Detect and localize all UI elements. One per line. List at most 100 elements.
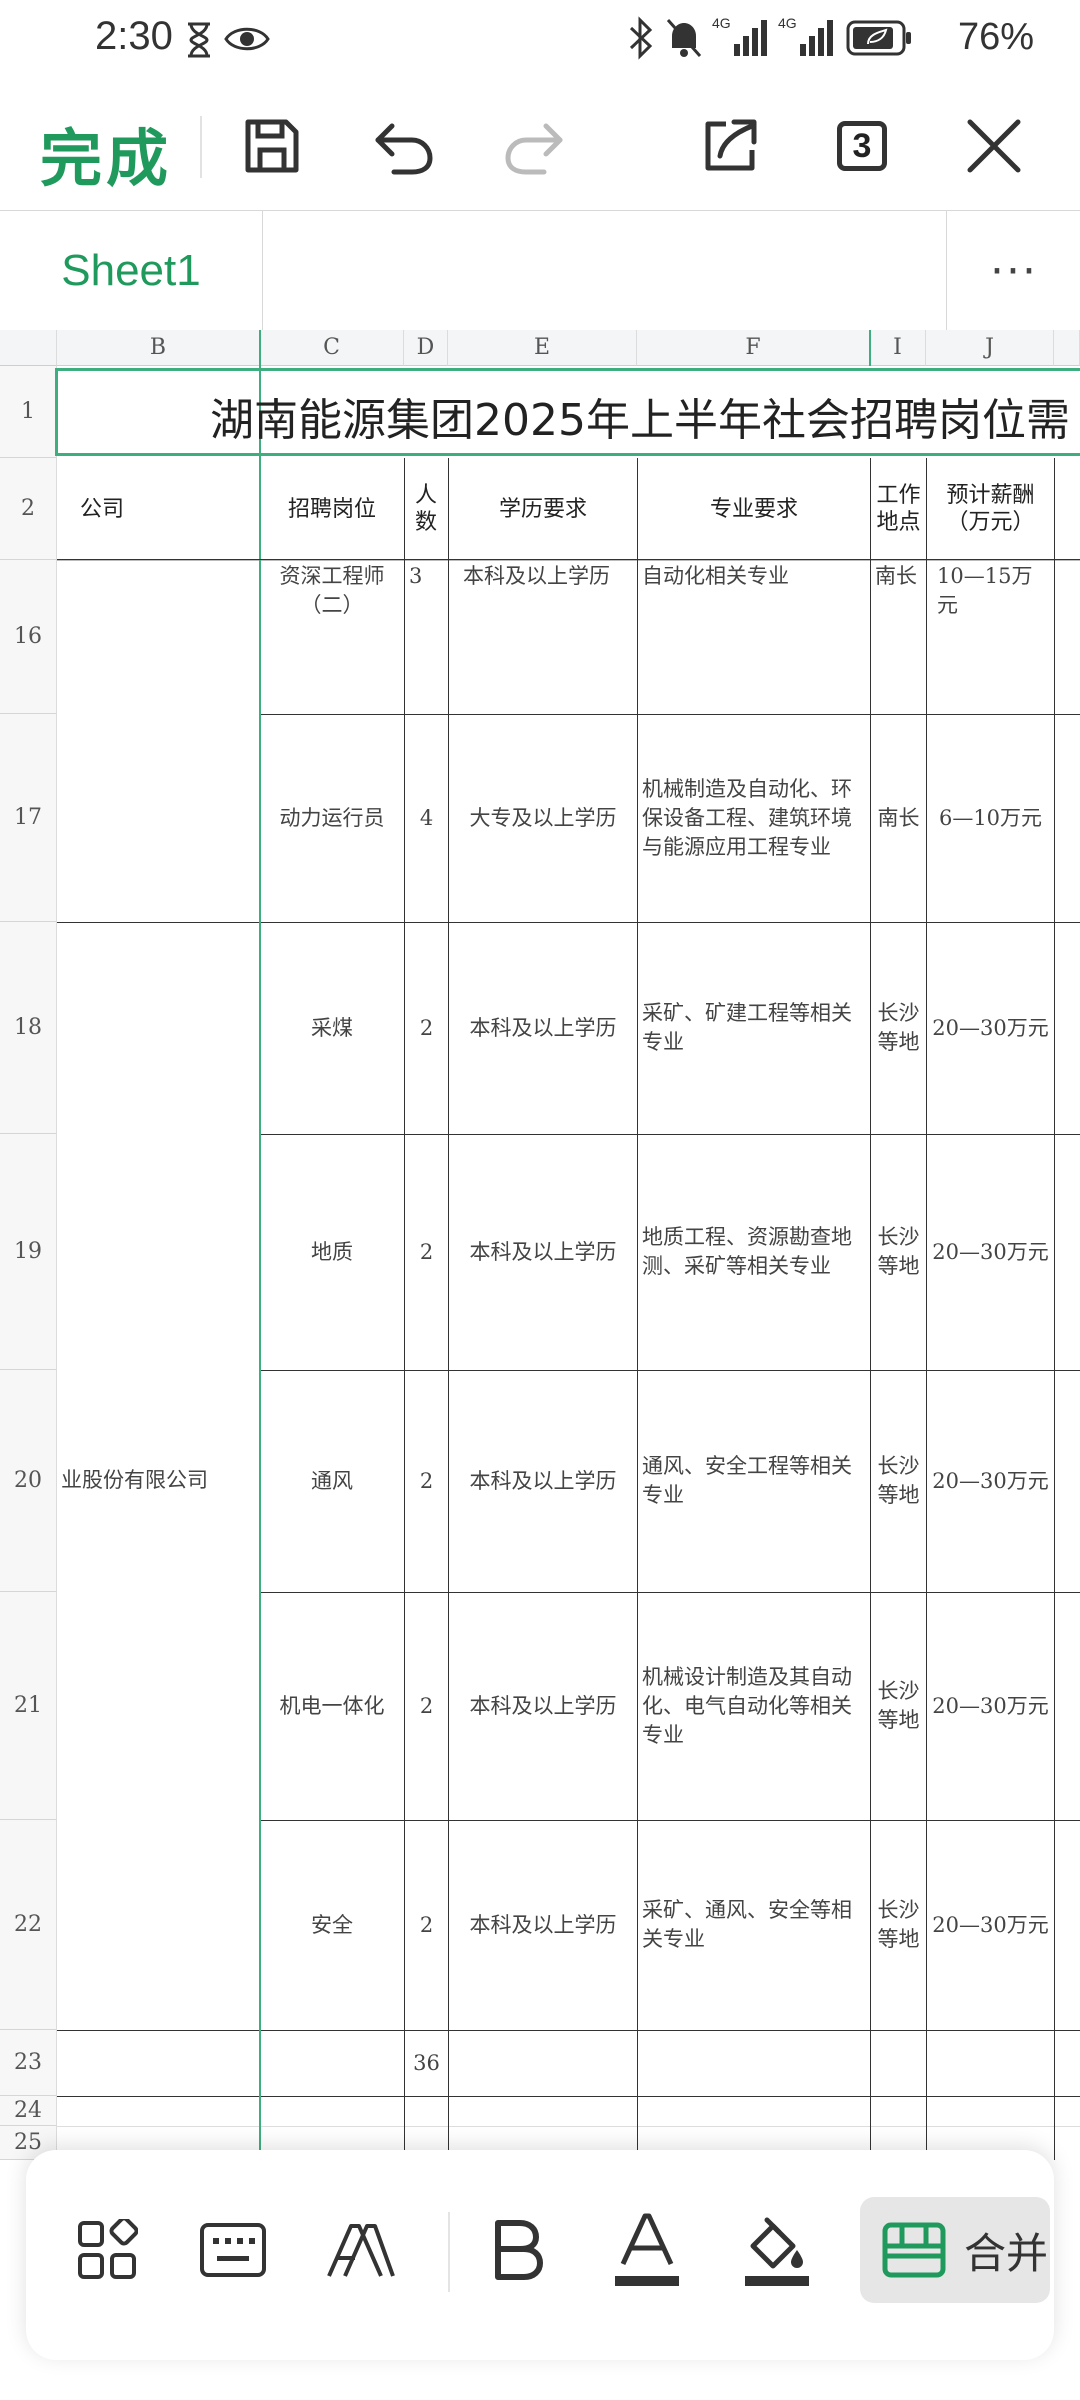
total-count-cell[interactable]: 36 (405, 2030, 448, 2096)
company-merged-cell[interactable]: 业股份有限公司 (57, 1464, 259, 1504)
share-button[interactable] (690, 106, 770, 186)
column-header-j[interactable]: J (926, 330, 1054, 366)
table-cell[interactable]: 6—10万元 (927, 714, 1054, 922)
row-header-22[interactable]: 22 (0, 1820, 57, 2030)
row-header-17[interactable]: 17 (0, 714, 57, 922)
table-cell[interactable]: 本科及以上学历 (449, 1820, 637, 2030)
tab-sheet1[interactable]: Sheet1 (0, 211, 263, 331)
spreadsheet-grid[interactable]: B C D E F I J 1 2 16 17 18 19 20 21 22 2… (0, 330, 1080, 2160)
table-cell[interactable]: 2 (405, 922, 448, 1134)
table-cell[interactable]: 大专及以上学历 (449, 714, 637, 922)
table-cell[interactable]: 机械设计制造及其自动化、电气自动化等相关专业 (638, 1592, 870, 1820)
row-header-24[interactable]: 24 (0, 2096, 57, 2126)
save-button[interactable] (232, 106, 312, 186)
row-header-20[interactable]: 20 (0, 1370, 57, 1592)
merge-cells-button[interactable]: 合并 (860, 2197, 1050, 2303)
table-cell[interactable]: 机械制造及自动化、环保设备工程、建筑环境与能源应用工程专业 (638, 714, 870, 922)
row-header-2[interactable]: 2 (0, 458, 57, 560)
table-cell[interactable]: 20—30万元 (927, 1592, 1054, 1820)
table-cell[interactable]: 2 (405, 1134, 448, 1370)
header-education[interactable]: 学历要求 (449, 458, 637, 560)
bold-button[interactable] (472, 2205, 562, 2295)
table-cell[interactable]: 本科及以上学历 (449, 1370, 637, 1592)
table-cell[interactable]: 长沙等地 (871, 1134, 926, 1370)
more-options-button[interactable]: ··· (946, 211, 1080, 331)
table-cell[interactable]: 2 (405, 1370, 448, 1592)
table-cell[interactable]: 通风、安全工程等相关专业 (638, 1370, 870, 1592)
freeze-divider-col-i (869, 330, 871, 366)
signal-icon-1: 4G (712, 12, 772, 66)
merge-cells-icon (882, 2222, 946, 2278)
hourglass-icon (186, 22, 212, 62)
column-header-e[interactable]: E (448, 330, 637, 366)
format-style-button[interactable] (316, 2205, 406, 2295)
svg-text:4G: 4G (778, 15, 797, 31)
sheet-count-button[interactable]: 3 (822, 106, 902, 186)
undo-button[interactable] (364, 106, 444, 186)
table-cell[interactable]: 2 (405, 1592, 448, 1820)
row-header-21[interactable]: 21 (0, 1592, 57, 1820)
table-cell[interactable]: 机电一体化 (260, 1592, 404, 1820)
table-cell[interactable]: 20—30万元 (927, 1370, 1054, 1592)
redo-icon (505, 123, 563, 175)
fill-color-button[interactable] (732, 2205, 822, 2295)
table-cell[interactable]: 20—30万元 (927, 1820, 1054, 2030)
column-header-k[interactable] (1054, 330, 1080, 366)
table-cell[interactable]: 通风 (260, 1370, 404, 1592)
header-location[interactable]: 工作地点 (871, 458, 926, 560)
table-cell[interactable]: 2 (405, 1820, 448, 2030)
column-header-c[interactable]: C (260, 330, 404, 366)
table-cell[interactable]: 本科及以上学历 (449, 922, 637, 1134)
header-company[interactable]: 公司 (57, 458, 147, 560)
table-cell[interactable]: 安全 (260, 1820, 404, 2030)
table-cell[interactable]: 20—30万元 (927, 922, 1054, 1134)
table-cell[interactable]: 长沙等地 (871, 1370, 926, 1592)
row-header-19[interactable]: 19 (0, 1134, 57, 1370)
table-cell[interactable]: 地质 (260, 1134, 404, 1370)
apps-grid-icon (78, 2219, 138, 2279)
redo-button[interactable] (494, 106, 574, 186)
column-header-f[interactable]: F (637, 330, 870, 366)
keyboard-button[interactable] (188, 2205, 278, 2295)
grid-corner[interactable] (0, 330, 57, 366)
header-count[interactable]: 人数 (405, 458, 447, 560)
table-cell[interactable]: 3 (405, 560, 448, 600)
header-salary[interactable]: 预计薪酬（万元） (927, 458, 1054, 560)
table-cell[interactable]: 地质工程、资源勘查地测、采矿等相关专业 (638, 1134, 870, 1370)
header-major[interactable]: 专业要求 (638, 458, 870, 560)
table-cell[interactable]: 4 (405, 714, 448, 922)
table-cell[interactable]: 10—15万元 (927, 560, 1054, 617)
font-color-button[interactable] (602, 2205, 692, 2295)
header-position[interactable]: 招聘岗位 (260, 458, 404, 560)
table-cell[interactable]: 20—30万元 (927, 1134, 1054, 1370)
table-cell[interactable]: 采煤 (260, 922, 404, 1134)
table-cell[interactable]: 长沙等地 (871, 1592, 926, 1820)
table-cell[interactable]: 采矿、通风、安全等相关专业 (638, 1820, 870, 2030)
table-cell[interactable]: 南长 (871, 560, 926, 600)
format-style-icon (327, 2224, 395, 2277)
table-cell[interactable]: 动力运行员 (260, 714, 404, 922)
table-cell[interactable]: 资深工程师（二） (260, 560, 404, 714)
row-header-23[interactable]: 23 (0, 2030, 57, 2096)
column-header-i[interactable]: I (870, 330, 926, 366)
grid-line (1054, 458, 1055, 2160)
row-header-1[interactable]: 1 (0, 366, 57, 458)
table-cell[interactable]: 自动化相关专业 (638, 560, 870, 600)
table-cell[interactable]: 长沙等地 (871, 922, 926, 1134)
close-icon (967, 119, 1021, 173)
mute-icon (664, 16, 704, 64)
column-header-b[interactable]: B (57, 330, 260, 366)
row-header-16[interactable]: 16 (0, 560, 57, 714)
table-cell[interactable]: 南长 (871, 714, 926, 922)
column-header-d[interactable]: D (404, 330, 448, 366)
close-button[interactable] (954, 106, 1034, 186)
table-cell[interactable]: 采矿、矿建工程等相关专业 (638, 922, 870, 1134)
row-header-18[interactable]: 18 (0, 922, 57, 1134)
battery-icon (846, 20, 912, 60)
apps-button[interactable] (62, 2205, 152, 2295)
table-cell[interactable]: 本科及以上学历 (449, 1134, 637, 1370)
table-cell[interactable]: 长沙等地 (871, 1820, 926, 2030)
table-cell[interactable]: 本科及以上学历 (449, 560, 637, 600)
done-button[interactable]: 完成 (40, 108, 172, 198)
table-cell[interactable]: 本科及以上学历 (449, 1592, 637, 1820)
